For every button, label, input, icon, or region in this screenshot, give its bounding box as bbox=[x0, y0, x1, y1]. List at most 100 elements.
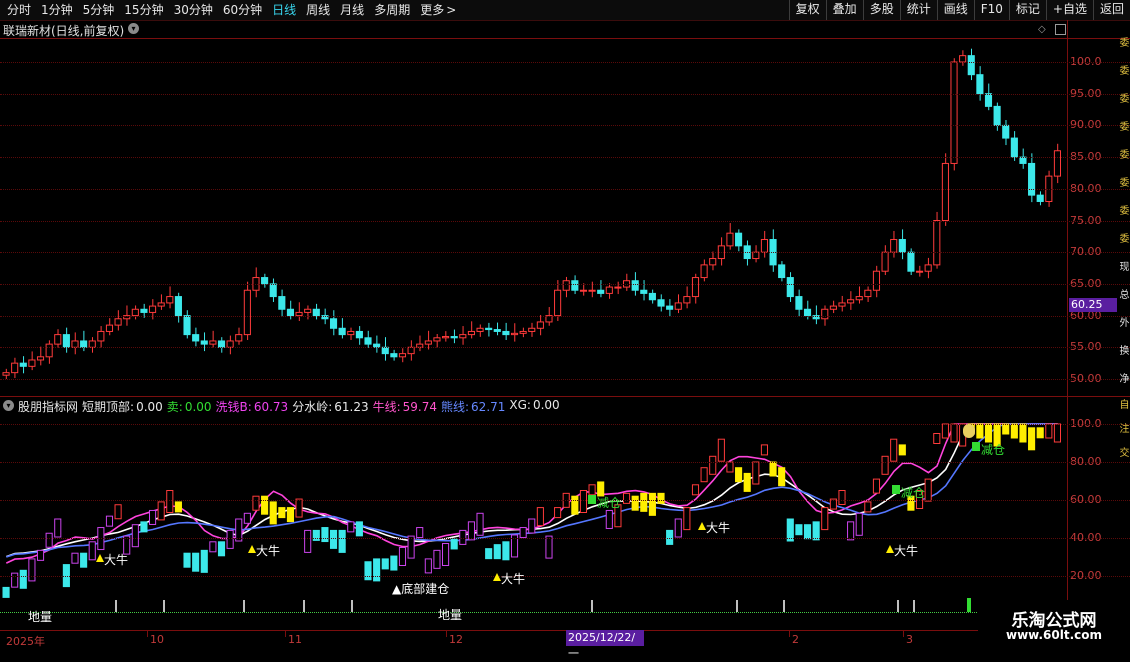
candle-body bbox=[967, 55, 975, 76]
side-label: 委 bbox=[1119, 150, 1130, 161]
tab-period-10[interactable]: 更多 > bbox=[415, 0, 461, 20]
candle-body bbox=[786, 277, 794, 298]
indicator-annotation: ▲底部建仓 bbox=[392, 582, 450, 596]
indicator-bar bbox=[45, 532, 53, 548]
date-label: 10 bbox=[150, 633, 164, 646]
indicator-bar bbox=[1045, 423, 1053, 439]
candle-body bbox=[907, 251, 915, 272]
indicator-bar bbox=[760, 444, 768, 456]
grid-line bbox=[0, 315, 1130, 318]
toolbar-button-1[interactable]: 叠加 bbox=[825, 0, 863, 20]
indicator-bar bbox=[278, 507, 286, 519]
tab-period-0[interactable]: 分时 bbox=[2, 0, 36, 20]
toolbar-button-0[interactable]: 复权 bbox=[788, 0, 826, 20]
candle-body bbox=[855, 296, 863, 301]
tab-period-5[interactable]: 60分钟 bbox=[218, 0, 267, 20]
cursor-date: 2025/12/22/一 bbox=[566, 630, 644, 660]
tab-period-6[interactable]: 日线 bbox=[267, 0, 301, 20]
signal-tick bbox=[967, 598, 971, 612]
date-label: 2 bbox=[792, 633, 799, 646]
toolbar-button-5[interactable]: F10 bbox=[973, 0, 1009, 20]
date-label: 12 bbox=[449, 633, 463, 646]
date-label: 11 bbox=[288, 633, 302, 646]
candle-body bbox=[993, 105, 1001, 126]
side-label: 注 bbox=[1119, 424, 1130, 435]
indicator-bar bbox=[416, 527, 424, 539]
side-label: 委 bbox=[1119, 122, 1130, 133]
candle-body bbox=[502, 330, 510, 336]
candle-body bbox=[1053, 150, 1061, 177]
indicator-bar bbox=[778, 467, 786, 487]
indicator-bar bbox=[88, 541, 96, 561]
indicator-bar bbox=[80, 552, 88, 568]
date-tick bbox=[285, 631, 286, 637]
flag-icon bbox=[892, 485, 900, 494]
indicator-bar bbox=[588, 484, 596, 496]
indicator-bar bbox=[683, 507, 691, 531]
tab-period-7[interactable]: 周线 bbox=[301, 0, 335, 20]
grid-line bbox=[0, 93, 1130, 96]
tab-period-8[interactable]: 月线 bbox=[335, 0, 369, 20]
indicator-chart[interactable] bbox=[0, 398, 1067, 630]
candle-body bbox=[243, 289, 251, 336]
tab-period-3[interactable]: 15分钟 bbox=[119, 0, 168, 20]
toolbar-button-2[interactable]: 多股 bbox=[862, 0, 900, 20]
candle-body bbox=[735, 232, 743, 247]
candle-body bbox=[157, 302, 165, 307]
candle-body bbox=[614, 286, 622, 289]
chevron-right-icon: > bbox=[446, 3, 457, 17]
grid-line bbox=[0, 62, 1130, 64]
toolbar-button-8[interactable]: 返回 bbox=[1092, 0, 1130, 20]
toolbar-button-3[interactable]: 统计 bbox=[899, 0, 937, 20]
tab-period-1[interactable]: 1分钟 bbox=[36, 0, 78, 20]
chevron-down-icon[interactable]: ▾ bbox=[128, 23, 139, 34]
diamond-icon[interactable]: ◇ bbox=[1038, 24, 1046, 35]
indicator-bar bbox=[381, 558, 389, 570]
indicator-bar bbox=[450, 538, 458, 550]
indicator-bar bbox=[355, 521, 363, 537]
tab-period-2[interactable]: 5分钟 bbox=[78, 0, 120, 20]
candlestick-chart[interactable] bbox=[0, 38, 1067, 396]
date-label: 3 bbox=[906, 633, 913, 646]
side-label: 委 bbox=[1119, 66, 1130, 77]
side-label: 外 bbox=[1119, 318, 1130, 329]
indicator-bar bbox=[803, 524, 812, 540]
candle-body bbox=[795, 296, 803, 310]
indicator-bar bbox=[217, 541, 226, 557]
tab-period-4[interactable]: 30分钟 bbox=[169, 0, 218, 20]
indicator-bar bbox=[174, 501, 182, 513]
period-tabs: 分时 1分钟 5分钟 15分钟 30分钟 60分钟 日线 周线 月线 多周期 更多 > bbox=[2, 0, 461, 20]
indicator-bar bbox=[640, 492, 648, 512]
candle-body bbox=[174, 296, 182, 317]
candle-body bbox=[355, 330, 363, 339]
indicator-bar bbox=[890, 438, 898, 462]
toolbar-button-7[interactable]: +自选 bbox=[1045, 0, 1093, 20]
candle-body bbox=[648, 292, 656, 301]
indicator-bar bbox=[976, 423, 984, 439]
candle-body bbox=[183, 315, 191, 336]
tab-period-9[interactable]: 多周期 bbox=[369, 0, 415, 20]
candle-body bbox=[510, 332, 519, 336]
candle-body bbox=[398, 353, 407, 358]
watermark-url: www.60lt.com bbox=[1005, 628, 1103, 642]
toolbar-button-6[interactable]: 标记 bbox=[1008, 0, 1046, 20]
candle-body bbox=[933, 220, 941, 266]
indicator-bar bbox=[149, 509, 157, 525]
indicator-bar bbox=[1053, 423, 1061, 443]
indicator-bar bbox=[433, 549, 441, 569]
candle-body bbox=[528, 327, 536, 332]
indicator-bar bbox=[261, 495, 269, 515]
indicator-bar bbox=[114, 504, 122, 520]
indicator-bar bbox=[631, 495, 639, 511]
toolbar-button-4[interactable]: 画线 bbox=[936, 0, 974, 20]
indicator-bar bbox=[105, 515, 114, 527]
candle-body bbox=[467, 330, 475, 336]
candle-body bbox=[536, 321, 544, 329]
candle-body bbox=[838, 302, 846, 307]
indicator-bar bbox=[528, 518, 536, 534]
indicator-bar bbox=[1019, 423, 1027, 443]
candle-body bbox=[338, 327, 346, 336]
grid-line bbox=[0, 347, 1130, 349]
window-icon[interactable] bbox=[1055, 24, 1066, 35]
candle-body bbox=[45, 343, 53, 358]
